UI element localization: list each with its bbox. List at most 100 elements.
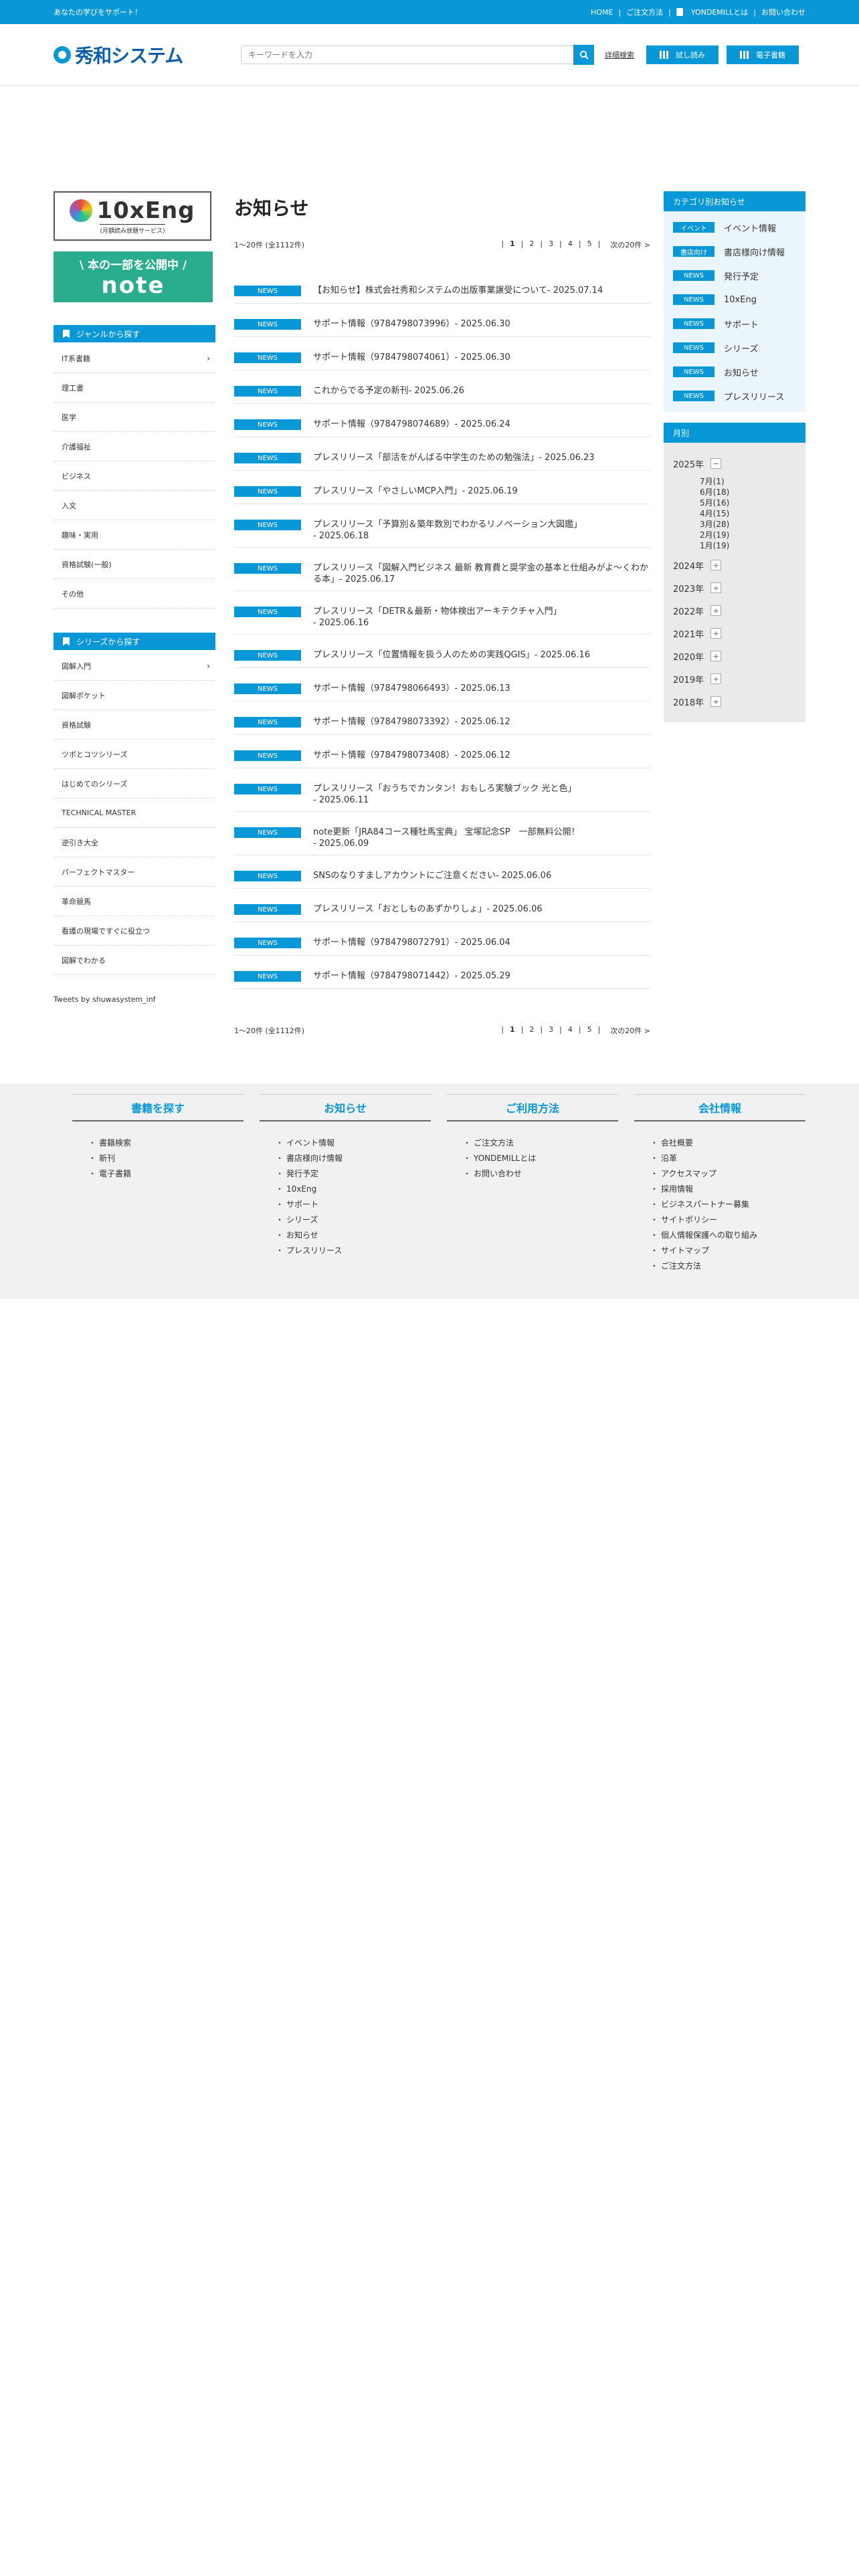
expand-icon[interactable]: + [710,560,722,570]
genre-item[interactable]: 資格試験(一般) [54,550,215,579]
year-toggle[interactable]: 2022年 + [673,599,805,622]
news-title[interactable]: これからでる予定の新刊- 2025.06.26 [313,385,464,397]
footer-link[interactable]: 発行予定 [276,1166,431,1181]
year-toggle[interactable]: 2025年 − [673,452,805,475]
page-link[interactable]: 4 [568,239,573,250]
footer-link[interactable]: ご注文方法 [650,1258,805,1273]
expand-icon[interactable]: + [710,696,722,707]
category-item[interactable]: NEWS お知らせ [673,360,805,384]
home-link[interactable]: HOME [591,8,613,17]
site-logo[interactable]: 秀和システム [54,41,223,68]
series-item[interactable]: 看護の現場ですぐに役立つ [54,916,215,946]
trial-read-button[interactable]: 試し読み [646,45,719,64]
news-title[interactable]: プレスリリース「DETR＆最新・物体検出アーキテクチャ入門」 - 2025.06… [313,606,562,629]
news-title[interactable]: プレスリリース「予算別＆築年数別でわかるリノベーション大図鑑」 - 2025.0… [313,519,582,542]
news-item[interactable]: NEWS SNSのなりすましアカウントにご注意ください- 2025.06.06 [234,863,650,889]
footer-link[interactable]: 個人情報保護への取り組み [650,1227,805,1243]
series-item[interactable]: 図解ポケット [54,681,215,710]
news-item[interactable]: NEWS サポート情報（9784798073392）- 2025.06.12 [234,710,650,735]
note-banner[interactable]: \ 本の一部を公開中 / note [54,251,213,302]
news-item[interactable]: NEWS プレスリリース「予算別＆築年数別でわかるリノベーション大図鑑」 - 20… [234,512,650,548]
news-title[interactable]: note更新「JRA84コース種牡馬宝典」 宝塚記念SP 一部無料公開！ - 2… [313,827,580,849]
genre-item[interactable]: 医学 [54,403,215,432]
page-link[interactable]: 3 [549,1025,553,1036]
category-item[interactable]: NEWS 発行予定 [673,263,805,288]
ebook-button[interactable]: 電子書籍 [727,45,799,64]
series-item[interactable]: パーフェクトマスター [54,857,215,887]
month-link[interactable]: 5月(16) [700,498,805,508]
page-link[interactable]: 4 [568,1025,573,1036]
page-link[interactable]: 5 [587,1025,592,1036]
order-method-link[interactable]: ご注文方法 [626,7,663,17]
footer-link[interactable]: シリーズ [276,1212,431,1227]
genre-item[interactable]: IT系書籍 › [54,344,215,373]
year-toggle[interactable]: 2023年 + [673,576,805,599]
year-toggle[interactable]: 2021年 + [673,622,805,645]
advanced-search-link[interactable]: 詳細検索 [605,49,634,60]
footer-link[interactable]: 書店様向け情報 [276,1150,431,1166]
news-title[interactable]: プレスリリース「部活をがんばる中学生のための勉強法」- 2025.06.23 [313,452,595,463]
category-item[interactable]: NEWS シリーズ [673,336,805,360]
year-toggle[interactable]: 2024年 + [673,554,805,576]
news-item[interactable]: NEWS プレスリリース「おうちでカンタン！おもしろ実験ブック 光と色」 - 20… [234,776,650,812]
footer-link[interactable]: プレスリリース [276,1243,431,1258]
news-title[interactable]: サポート情報（9784798073408）- 2025.06.12 [313,750,510,761]
page-link[interactable]: 1 [510,1025,515,1036]
footer-link[interactable]: 電子書籍 [88,1166,244,1181]
news-item[interactable]: NEWS note更新「JRA84コース種牡馬宝典」 宝塚記念SP 一部無料公開！… [234,820,650,855]
news-title[interactable]: プレスリリース「図解入門ビジネス 最新 教育費と奨学金の基本と仕組みがよ～くわか… [313,562,650,585]
news-item[interactable]: NEWS サポート情報（9784798066493）- 2025.06.13 [234,676,650,702]
expand-icon[interactable]: + [710,673,722,684]
footer-link[interactable]: サイトマップ [650,1243,805,1258]
genre-item[interactable]: 介護福祉 [54,432,215,461]
footer-link[interactable]: 会社概要 [650,1135,805,1150]
news-title[interactable]: サポート情報（9784798071442）- 2025.05.29 [313,970,510,982]
news-title[interactable]: プレスリリース「位置情報を扱う人のための実践QGIS」- 2025.06.16 [313,649,590,661]
news-item[interactable]: NEWS サポート情報（9784798073408）- 2025.06.12 [234,743,650,768]
expand-icon[interactable]: + [710,651,722,661]
category-item[interactable]: 書店向け 書店様向け情報 [673,239,805,263]
news-item[interactable]: NEWS サポート情報（9784798074061）- 2025.06.30 [234,345,650,370]
genre-item[interactable]: その他 [54,579,215,609]
month-link[interactable]: 7月(1) [700,476,805,487]
page-link[interactable]: 3 [549,239,553,250]
collapse-icon[interactable]: − [710,458,722,469]
series-item[interactable]: ツボとコツシリーズ [54,740,215,769]
search-button[interactable] [573,44,594,65]
genre-item[interactable]: 入文 [54,491,215,520]
footer-link[interactable]: お問い合わせ [463,1166,618,1181]
footer-link[interactable]: 10xEng [276,1181,431,1196]
category-item[interactable]: NEWS サポート [673,312,805,336]
footer-link[interactable]: お知らせ [276,1227,431,1243]
news-title[interactable]: プレスリリース「やさしいMCP入門」- 2025.06.19 [313,486,518,497]
year-toggle[interactable]: 2020年 + [673,645,805,667]
footer-link[interactable]: サポート [276,1196,431,1212]
news-title[interactable]: サポート情報（9784798073392）- 2025.06.12 [313,716,510,728]
footer-link[interactable]: サイトポリシー [650,1212,805,1227]
expand-icon[interactable]: + [710,628,722,639]
series-item[interactable]: はじめてのシリーズ [54,769,215,798]
footer-link[interactable]: ご注文方法 [463,1135,618,1150]
news-title[interactable]: 【お知らせ】株式会社秀和システムの出版事業譲受について- 2025.07.14 [313,285,603,296]
news-item[interactable]: NEWS サポート情報（9784798074689）- 2025.06.24 [234,412,650,437]
contact-link[interactable]: お問い合わせ [761,7,805,17]
news-item[interactable]: NEWS プレスリリース「位置情報を扱う人のための実践QGIS」- 2025.06… [234,643,650,668]
news-title[interactable]: サポート情報（9784798073996）- 2025.06.30 [313,318,510,330]
news-title[interactable]: サポート情報（9784798074689）- 2025.06.24 [313,419,510,430]
search-input[interactable] [241,45,574,64]
news-item[interactable]: NEWS プレスリリース「図解入門ビジネス 最新 教育費と奨学金の基本と仕組みがよ… [234,556,650,591]
news-item[interactable]: NEWS プレスリリース「DETR＆最新・物体検出アーキテクチャ入門」 - 202… [234,599,650,635]
footer-link[interactable]: アクセスマップ [650,1166,805,1181]
genre-item[interactable]: ビジネス [54,461,215,491]
genre-item[interactable]: 理工書 [54,373,215,403]
expand-icon[interactable]: + [710,582,722,593]
footer-link[interactable]: 沿革 [650,1150,805,1166]
series-item[interactable]: 資格試験 [54,710,215,740]
footer-link[interactable]: 書籍検索 [88,1135,244,1150]
series-item[interactable]: TECHNICAL MASTER [54,798,215,828]
series-item[interactable]: 図解入門 › [54,651,215,681]
expand-icon[interactable]: + [710,605,722,616]
footer-link[interactable]: ビジネスパートナー募集 [650,1196,805,1212]
footer-link[interactable]: イベント情報 [276,1135,431,1150]
news-item[interactable]: NEWS これからでる予定の新刊- 2025.06.26 [234,379,650,404]
